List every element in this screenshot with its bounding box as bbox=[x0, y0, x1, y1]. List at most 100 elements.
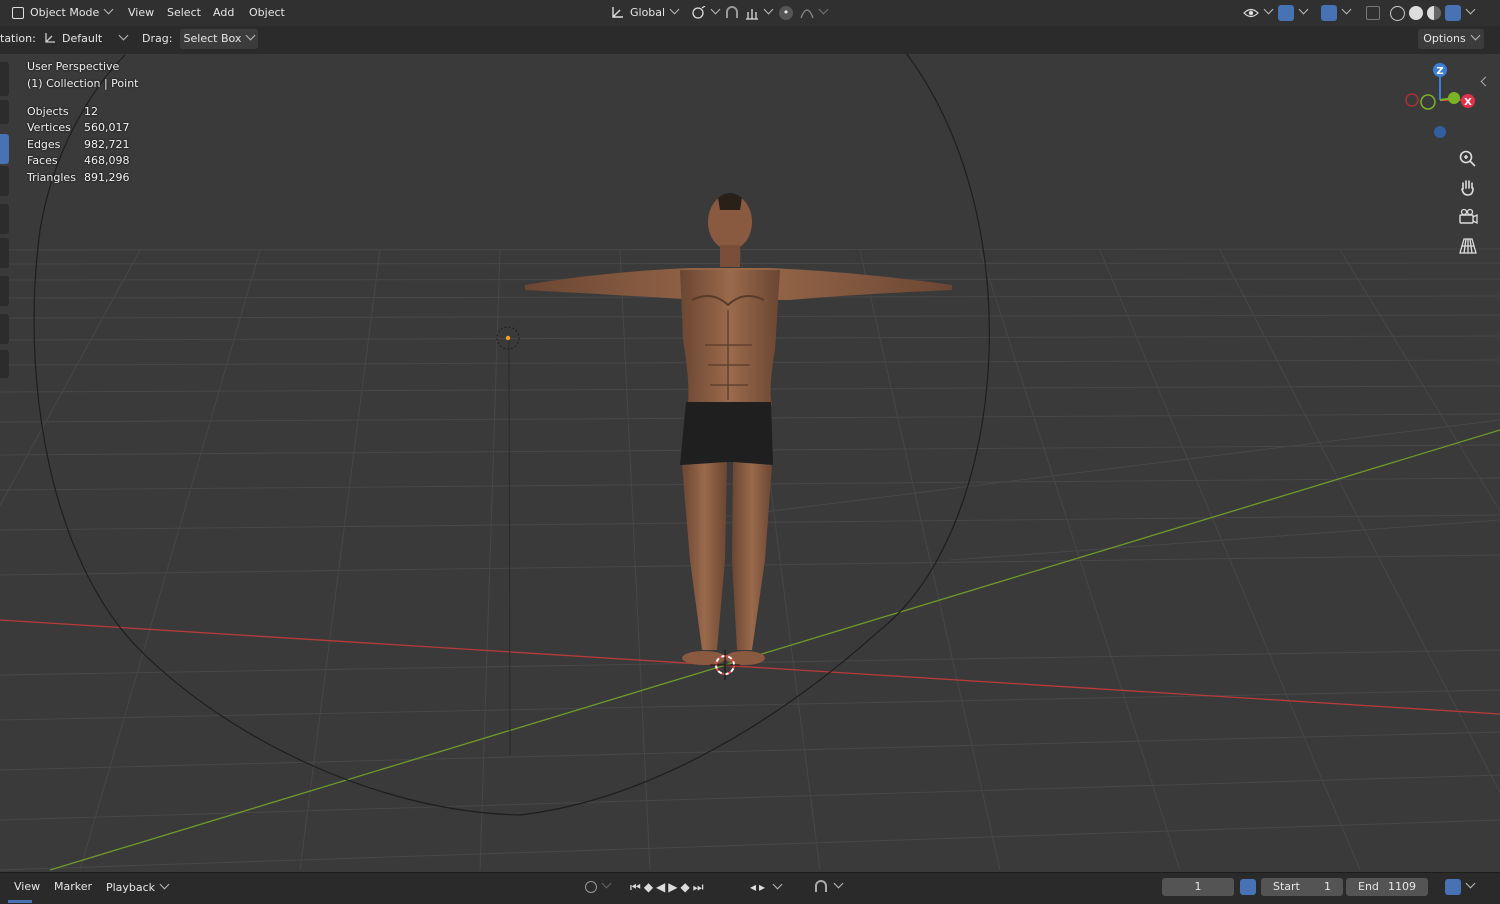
transform-orientation-dropdown[interactable]: Global bbox=[610, 3, 680, 23]
current-frame-field[interactable]: 1 bbox=[1162, 878, 1234, 896]
orientation-dropdown[interactable]: Default bbox=[38, 29, 134, 49]
start-value: 1 bbox=[1324, 880, 1331, 893]
chevron-down-icon bbox=[1341, 4, 1352, 15]
gizmo-z-label: Z bbox=[1436, 66, 1443, 77]
magnifier-icon bbox=[1459, 150, 1476, 167]
light-origin-dot bbox=[505, 335, 511, 341]
menu-add[interactable]: Add bbox=[213, 3, 234, 23]
record-icon bbox=[585, 881, 597, 893]
tool-scale[interactable] bbox=[0, 204, 9, 234]
xray-toggle[interactable] bbox=[1366, 3, 1380, 23]
timeline-menu-playback[interactable]: Playback bbox=[102, 878, 172, 898]
orientation-value: Default bbox=[62, 32, 103, 45]
viewport-header: Object Mode View Select Add Object Globa… bbox=[0, 0, 1500, 26]
snap-target-dropdown[interactable] bbox=[745, 3, 774, 23]
timeline-menu-view[interactable]: View bbox=[14, 877, 40, 897]
object-mode-dropdown[interactable]: Object Mode bbox=[12, 3, 114, 23]
3d-viewport[interactable]: User Perspective (1) Collection | Point … bbox=[0, 54, 1500, 872]
navigation-gizmo[interactable]: Z X bbox=[1398, 58, 1480, 144]
shading-material-button[interactable] bbox=[1427, 3, 1441, 23]
view-name: User Perspective bbox=[27, 60, 120, 73]
shading-solid-button[interactable] bbox=[1409, 3, 1423, 23]
mode-label: Object Mode bbox=[30, 6, 100, 19]
drag-label: Drag: bbox=[142, 32, 173, 45]
end-value: 1109 bbox=[1388, 880, 1416, 893]
stat-label-objects: Objects bbox=[27, 105, 69, 118]
pivot-point-dropdown[interactable] bbox=[690, 3, 721, 23]
next-frame-icon[interactable]: ▸ bbox=[759, 880, 768, 894]
overlays-toggle[interactable] bbox=[1321, 3, 1352, 23]
proportional-edit-toggle[interactable]: • bbox=[779, 3, 793, 23]
stat-label-triangles: Triangles bbox=[27, 171, 76, 184]
options-label: Options bbox=[1423, 32, 1466, 45]
next-keyframe-icon[interactable]: ◆ bbox=[681, 880, 693, 894]
drag-dropdown[interactable]: Select Box bbox=[180, 29, 258, 49]
stat-value-faces: 468,098 bbox=[84, 154, 130, 167]
tool-annotate[interactable] bbox=[0, 276, 9, 306]
grid-perspective-icon bbox=[1459, 238, 1477, 254]
pan-button[interactable] bbox=[1456, 176, 1480, 200]
visibility-dropdown[interactable] bbox=[1243, 3, 1274, 23]
tool-rotate[interactable] bbox=[0, 166, 9, 196]
magnet-icon bbox=[815, 880, 827, 892]
tool-add-cube[interactable] bbox=[0, 350, 9, 378]
prev-frame-icon[interactable]: ◂ bbox=[750, 880, 759, 894]
chevron-down-icon[interactable] bbox=[772, 879, 783, 890]
stat-value-triangles: 891,296 bbox=[84, 171, 130, 184]
gizmo-neg-x-handle[interactable] bbox=[1405, 93, 1419, 107]
perspective-toggle-button[interactable] bbox=[1456, 234, 1480, 258]
chevron-down-icon bbox=[1298, 4, 1309, 15]
viewport-scene bbox=[0, 54, 1500, 871]
zoom-button[interactable] bbox=[1456, 147, 1480, 171]
frame-step-controls: ◂▸ bbox=[750, 877, 783, 897]
chevron-down-icon bbox=[818, 4, 829, 15]
gizmo-y-handle[interactable] bbox=[1448, 92, 1460, 104]
gizmo-toggle[interactable] bbox=[1278, 3, 1309, 23]
tool-transform[interactable] bbox=[0, 238, 9, 268]
light-range-circle bbox=[33, 54, 990, 816]
jump-start-icon[interactable]: ⏮ bbox=[630, 880, 644, 894]
timeline-menu-marker[interactable]: Marker bbox=[54, 877, 92, 897]
end-frame-field[interactable]: End 1109 bbox=[1346, 878, 1428, 896]
orientation-label: tation: bbox=[0, 32, 36, 45]
tool-move[interactable] bbox=[0, 134, 9, 164]
gizmo-neg-z-handle[interactable] bbox=[1434, 126, 1446, 138]
chevron-down-icon bbox=[118, 30, 129, 41]
light-line bbox=[508, 339, 511, 756]
menu-select[interactable]: Select bbox=[167, 3, 201, 23]
gizmo-neg-y-handle[interactable] bbox=[1420, 94, 1436, 110]
menu-object[interactable]: Object bbox=[249, 3, 285, 23]
chevron-down-icon bbox=[1470, 30, 1481, 41]
tool-measure[interactable] bbox=[0, 314, 9, 344]
falloff-dropdown[interactable] bbox=[800, 3, 829, 23]
timeline-view-dropdown[interactable] bbox=[1445, 877, 1476, 897]
menu-view[interactable]: View bbox=[128, 3, 154, 23]
shading-wireframe-button[interactable] bbox=[1390, 3, 1405, 23]
tool-select[interactable] bbox=[0, 62, 9, 96]
stopwatch-icon bbox=[1240, 879, 1256, 895]
auto-keying-toggle[interactable] bbox=[585, 877, 612, 897]
stat-label-edges: Edges bbox=[27, 138, 61, 151]
chevron-down-icon bbox=[1263, 4, 1274, 15]
snap-toggle[interactable] bbox=[724, 3, 740, 23]
tool-settings-bar: tation: Default Drag: Select Box Options bbox=[0, 26, 1500, 54]
tool-cursor[interactable] bbox=[0, 100, 9, 124]
chevron-down-icon bbox=[1465, 4, 1476, 15]
prev-keyframe-icon[interactable]: ◆ bbox=[644, 880, 656, 894]
chevron-down-icon bbox=[1465, 878, 1476, 889]
proportional-edit-icon: • bbox=[779, 6, 793, 20]
gizmo-icon bbox=[1278, 5, 1294, 21]
start-frame-field[interactable]: Start 1 bbox=[1261, 878, 1343, 896]
play-icon[interactable]: ▶ bbox=[668, 880, 680, 894]
shading-rendered-button[interactable] bbox=[1445, 3, 1476, 23]
options-dropdown[interactable]: Options bbox=[1418, 29, 1484, 49]
chevron-down-icon bbox=[833, 878, 844, 889]
camera-view-button[interactable] bbox=[1456, 205, 1480, 229]
timeline-snap-toggle[interactable] bbox=[813, 877, 844, 897]
play-reverse-icon[interactable]: ◀ bbox=[656, 880, 668, 894]
chevron-down-icon bbox=[103, 4, 114, 15]
chevron-down-icon bbox=[159, 879, 170, 890]
timeline-header: View Marker Playback ⏮◆◀▶◆⏭ ◂▸ 1 Start 1… bbox=[0, 872, 1500, 904]
use-preview-range-toggle[interactable] bbox=[1240, 877, 1256, 897]
jump-end-icon[interactable]: ⏭ bbox=[693, 880, 707, 894]
